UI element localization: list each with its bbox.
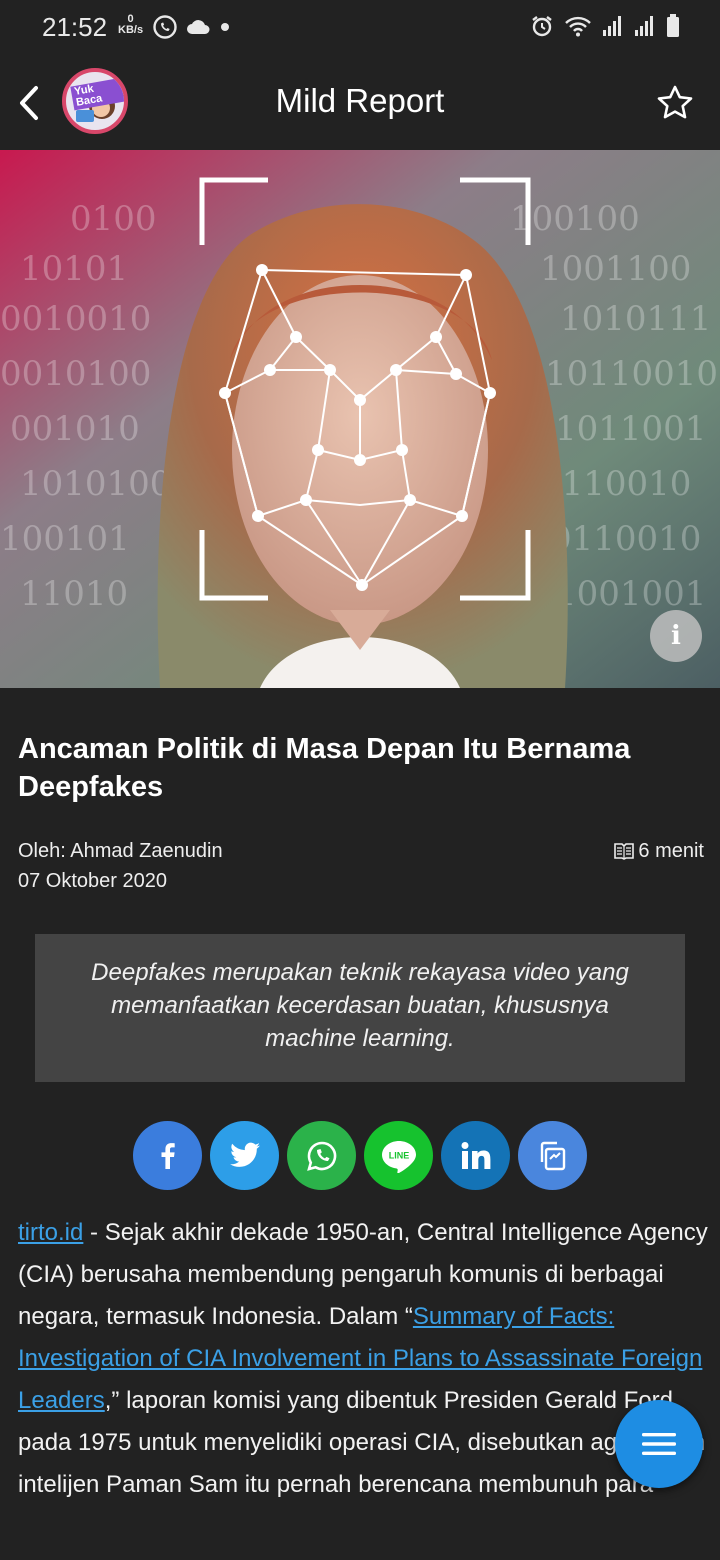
article-summary-quote: Deepfakes merupakan teknik rekayasa vide… (35, 934, 685, 1082)
read-time-label: 6 menit (638, 840, 704, 862)
copy-link-button[interactable] (518, 1121, 587, 1190)
svg-text:100101: 100101 (0, 519, 130, 559)
status-time: 21:52 (42, 12, 108, 42)
network-speed-unit: KB/s (118, 24, 144, 36)
facebook-icon (161, 1142, 175, 1169)
svg-text:1001100: 1001100 (540, 249, 691, 289)
hamburger-menu-icon (642, 1433, 676, 1455)
system-icons (530, 14, 680, 38)
notification-icons (152, 14, 230, 40)
svg-text:001010: 001010 (10, 409, 140, 449)
svg-text:0010100: 0010100 (0, 354, 151, 394)
menu-fab-button[interactable] (615, 1400, 703, 1488)
dot-icon (221, 23, 229, 31)
alarm-icon (532, 16, 552, 37)
svg-text:1011001: 1011001 (555, 409, 706, 449)
article-date: 07 Oktober 2020 (18, 870, 167, 892)
article-body: tirto.id - Sejak akhir dekade 1950-an, C… (18, 1212, 708, 1506)
svg-text:0110010: 0110010 (550, 519, 701, 559)
share-buttons: LINE (133, 1121, 587, 1190)
whatsapp-notification-icon (153, 15, 177, 39)
copy-icon (540, 1141, 565, 1170)
line-icon: LINE (381, 1140, 416, 1173)
cloud-icon (187, 20, 210, 34)
whatsapp-icon (306, 1141, 336, 1171)
svg-text:1010100: 1010100 (20, 464, 171, 504)
svg-text:LINE: LINE (388, 1150, 409, 1160)
network-speed: 0 KB/s (118, 14, 143, 36)
article-author: Oleh: Ahmad Zaenudin (18, 840, 223, 862)
twitter-icon (229, 1142, 260, 1167)
book-icon (614, 843, 635, 860)
svg-text:0010010: 0010010 (0, 299, 151, 339)
share-facebook-button[interactable] (133, 1121, 202, 1190)
article-byline: Oleh: Ahmad Zaenudin 07 Oktober 2020 (18, 836, 223, 896)
page-title: Mild Report (275, 82, 445, 119)
wifi-icon (565, 16, 591, 37)
share-linkedin-button[interactable] (441, 1121, 510, 1190)
share-twitter-button[interactable] (210, 1121, 279, 1190)
status-bar: 21:52 0 KB/s (0, 0, 720, 56)
svg-text:11010: 11010 (20, 574, 128, 614)
battery-icon (667, 14, 679, 37)
read-time: 6 menit (614, 836, 704, 866)
signal-icon-sim2 (635, 16, 653, 36)
linkedin-icon (461, 1141, 490, 1169)
signal-icon-sim1 (603, 16, 621, 36)
share-whatsapp-button[interactable] (287, 1121, 356, 1190)
share-line-button[interactable]: LINE (364, 1121, 433, 1190)
source-link[interactable]: tirto.id (18, 1219, 83, 1246)
svg-text:1001001: 1001001 (555, 574, 706, 614)
body-text-2: ,” laporan komisi yang dibentuk Presiden… (18, 1387, 706, 1498)
article-headline: Ancaman Politik di Masa Depan Itu Bernam… (18, 733, 631, 803)
svg-text:1010111: 1010111 (560, 299, 711, 339)
app-bar: Yuk Baca Mild Report (0, 56, 720, 150)
image-info-icon[interactable]: i (650, 610, 702, 662)
hero-image: 0100 100100 10101 1001100 0010010 1010111 0… (0, 150, 720, 688)
bookmark-star-icon[interactable] (656, 84, 694, 122)
svg-text:10101: 10101 (20, 249, 128, 289)
svg-text:0100: 0100 (70, 199, 157, 239)
svg-text:10110010: 10110010 (545, 354, 718, 394)
face-recognition-illustration: 0100 100100 10101 1001100 0010010 1010111 0… (0, 150, 720, 688)
